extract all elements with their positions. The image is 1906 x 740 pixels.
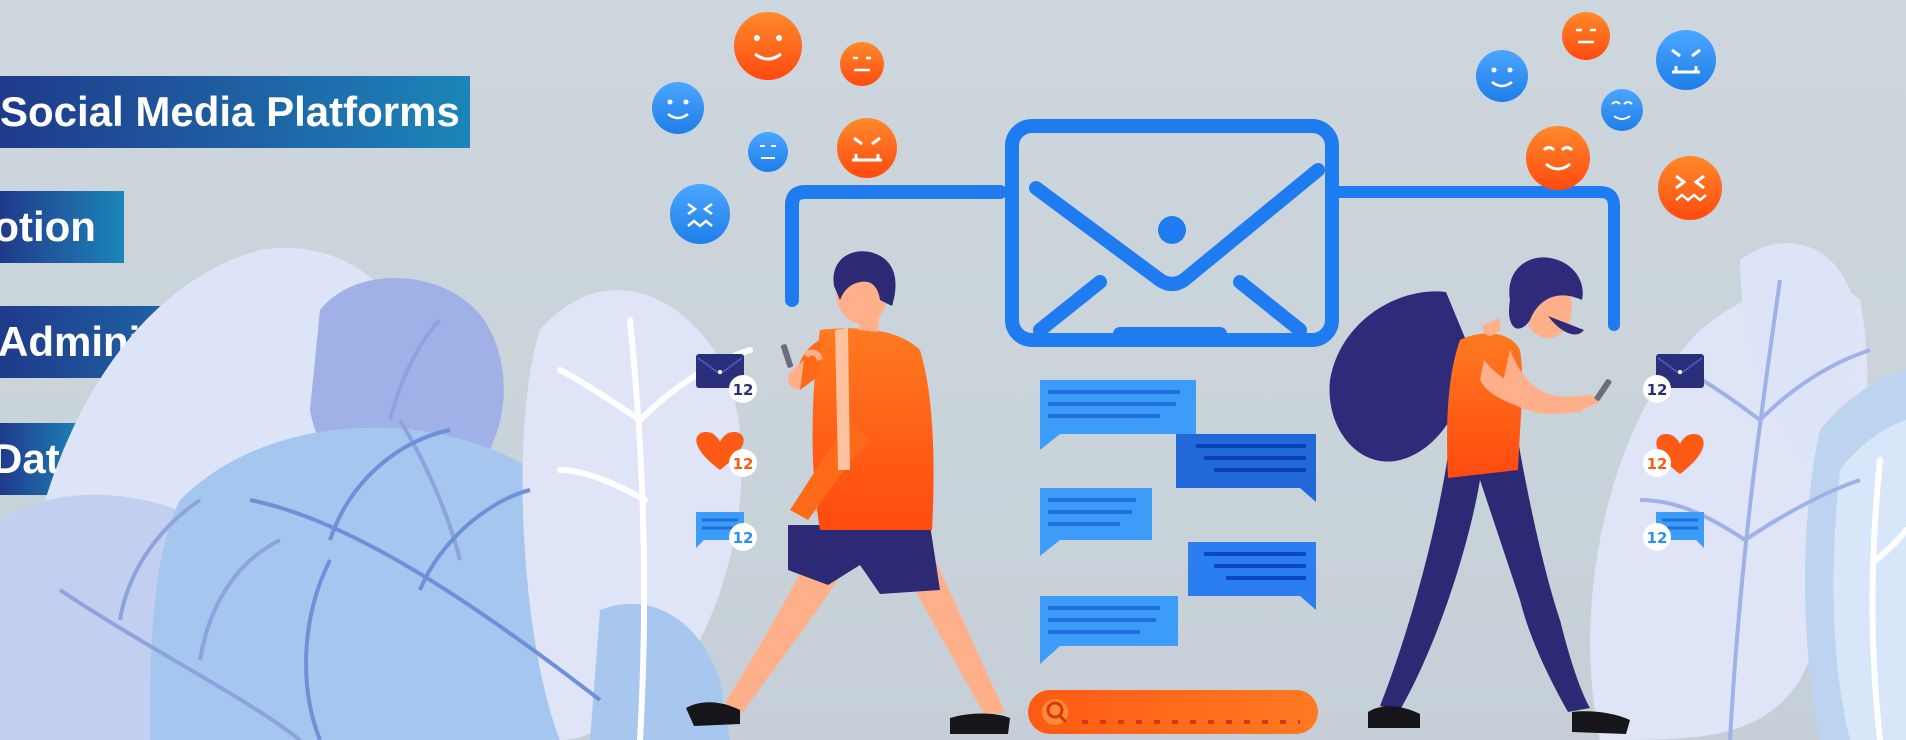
badge-count: 12: [733, 529, 754, 547]
happy-face-icon: [1476, 50, 1528, 102]
neutral-face-icon: [840, 42, 884, 86]
angry-face-icon: [837, 118, 897, 178]
angry-face-icon: [1656, 30, 1716, 90]
happy-face-icon: [734, 12, 802, 80]
dizzy-face-icon: [1658, 156, 1722, 220]
left-foliage: [0, 248, 753, 740]
notification-badge: 12: [729, 449, 757, 477]
notification-badge: 12: [1643, 375, 1671, 403]
badge-count: 12: [1647, 455, 1668, 473]
happy-face-icon: [1526, 126, 1590, 190]
notification-badge: 12: [729, 523, 757, 551]
right-foliage: [1590, 243, 1906, 740]
badge-count: 12: [1647, 381, 1668, 399]
dizzy-face-icon: [670, 184, 730, 244]
neutral-face-icon: [748, 132, 788, 172]
illustration: 12 12 12 12 12 12: [0, 12, 1906, 740]
search-bar: [1028, 690, 1318, 734]
chat-bubbles: [1040, 380, 1316, 664]
badge-count: 12: [733, 381, 754, 399]
happy-face-icon: [1601, 89, 1643, 131]
badge-count: 12: [1647, 529, 1668, 547]
notification-badge: 12: [1643, 449, 1671, 477]
happy-face-icon: [652, 82, 704, 134]
notification-badge: 12: [1643, 523, 1671, 551]
badge-count: 12: [733, 455, 754, 473]
envelope-network: [785, 119, 1620, 347]
neutral-face-icon: [1562, 12, 1610, 60]
envelope-dot: [1158, 216, 1186, 244]
woman-walking-with-phone: [1329, 257, 1630, 734]
notification-badge: 12: [729, 375, 757, 403]
